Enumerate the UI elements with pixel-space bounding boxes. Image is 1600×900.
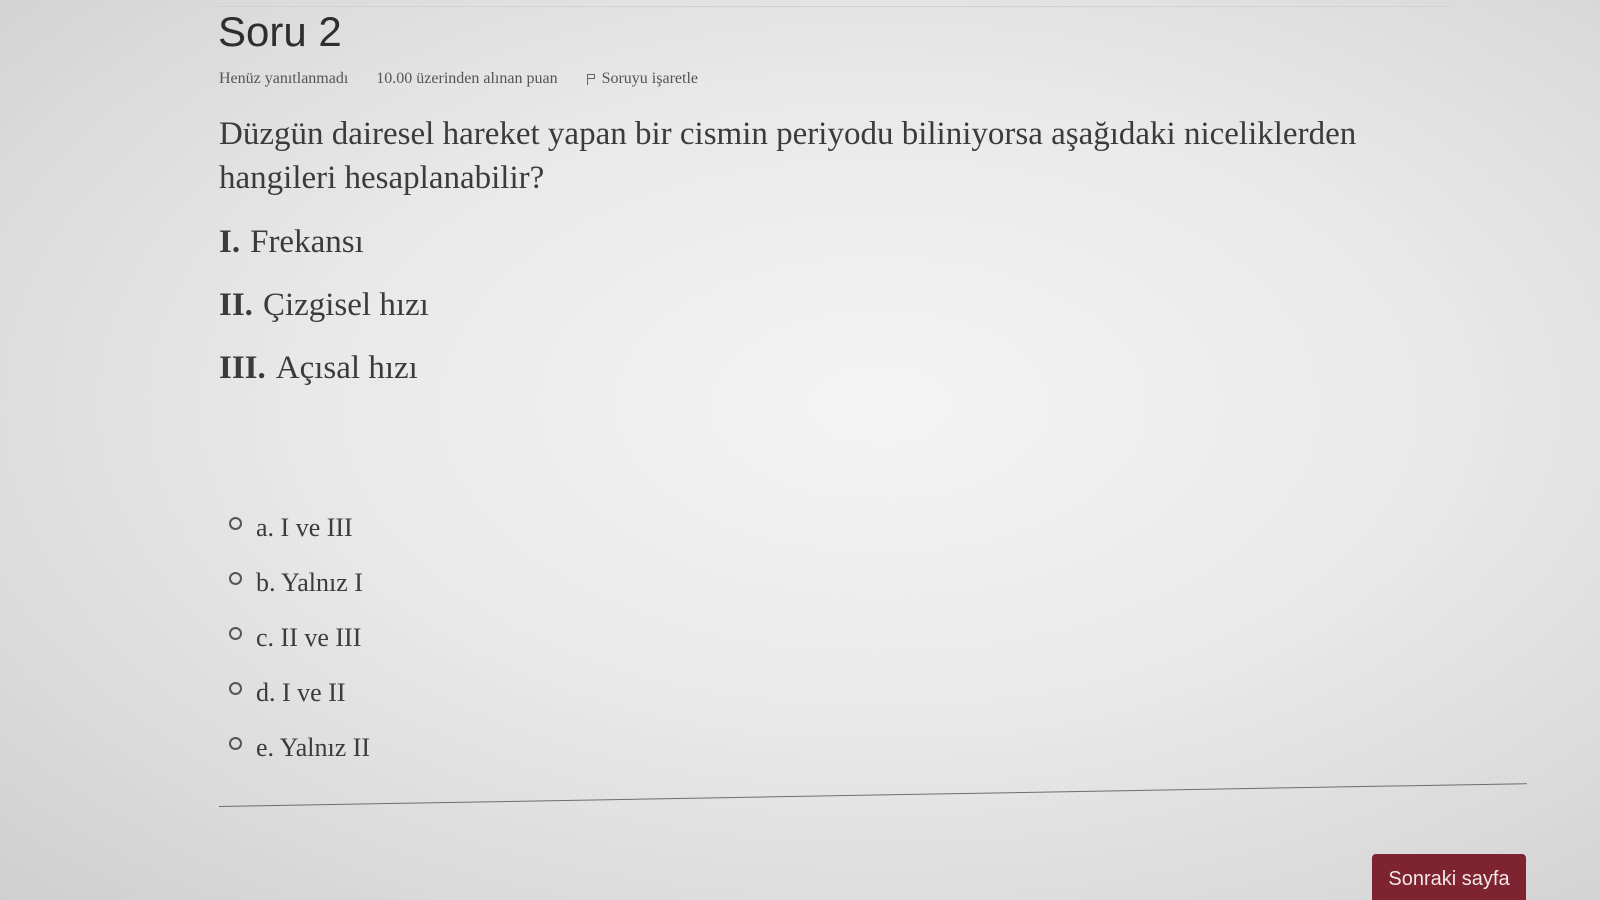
question-text: Düzgün dairesel hareket yapan bir cismin…	[219, 116, 1357, 196]
answer-option-a[interactable]: a. I ve III	[229, 500, 370, 555]
question-points: 10.00 üzerinden alınan puan	[376, 70, 558, 87]
question-title: Soru 2	[218, 8, 342, 55]
answer-options: a. I ve III b. Yalnız I c. II ve III d. …	[229, 500, 370, 775]
statement-number: I.	[219, 224, 241, 260]
statement-text: Frekansı	[250, 224, 364, 260]
radio-unchecked-icon[interactable]	[229, 627, 242, 640]
statement-list: I. Frekansı II. Çizgisel hızı III. Açısal h…	[219, 220, 429, 409]
statement-item: II. Çizgisel hızı	[219, 283, 429, 346]
statement-text: Çizgisel hızı	[262, 287, 429, 323]
statement-number: II.	[219, 287, 253, 323]
answer-option-label[interactable]: b. Yalnız I	[256, 568, 363, 598]
answer-option-label[interactable]: e. Yalnız II	[256, 733, 370, 763]
radio-unchecked-icon[interactable]	[229, 737, 242, 750]
content-top-border	[215, 0, 1450, 7]
answer-option-label[interactable]: d. I ve II	[256, 678, 346, 708]
next-page-button[interactable]: Sonraki sayfa	[1372, 854, 1526, 900]
flag-icon	[586, 73, 596, 85]
statement-number: III.	[219, 350, 266, 386]
answer-option-e[interactable]: e. Yalnız II	[229, 720, 370, 775]
radio-unchecked-icon[interactable]	[229, 572, 242, 585]
radio-unchecked-icon[interactable]	[229, 517, 242, 530]
section-divider	[218, 783, 1527, 807]
answer-option-label[interactable]: c. II ve III	[256, 623, 361, 653]
answer-option-label[interactable]: a. I ve III	[256, 513, 353, 543]
question-info: Henüz yanıtlanmadı 10.00 üzerinden alına…	[219, 70, 698, 88]
flag-question-link[interactable]: Soruyu işaretle	[586, 70, 698, 88]
radio-unchecked-icon[interactable]	[229, 682, 242, 695]
answer-option-b[interactable]: b. Yalnız I	[229, 555, 370, 610]
question-status: Henüz yanıtlanmadı	[219, 70, 349, 87]
statement-text: Açısal hızı	[275, 350, 418, 386]
answer-option-d[interactable]: d. I ve II	[229, 665, 370, 720]
flag-question-label: Soruyu işaretle	[601, 70, 698, 87]
statement-item: I. Frekansı	[219, 220, 429, 283]
answer-option-c[interactable]: c. II ve III	[229, 610, 370, 665]
statement-item: III. Açısal hızı	[219, 346, 429, 409]
